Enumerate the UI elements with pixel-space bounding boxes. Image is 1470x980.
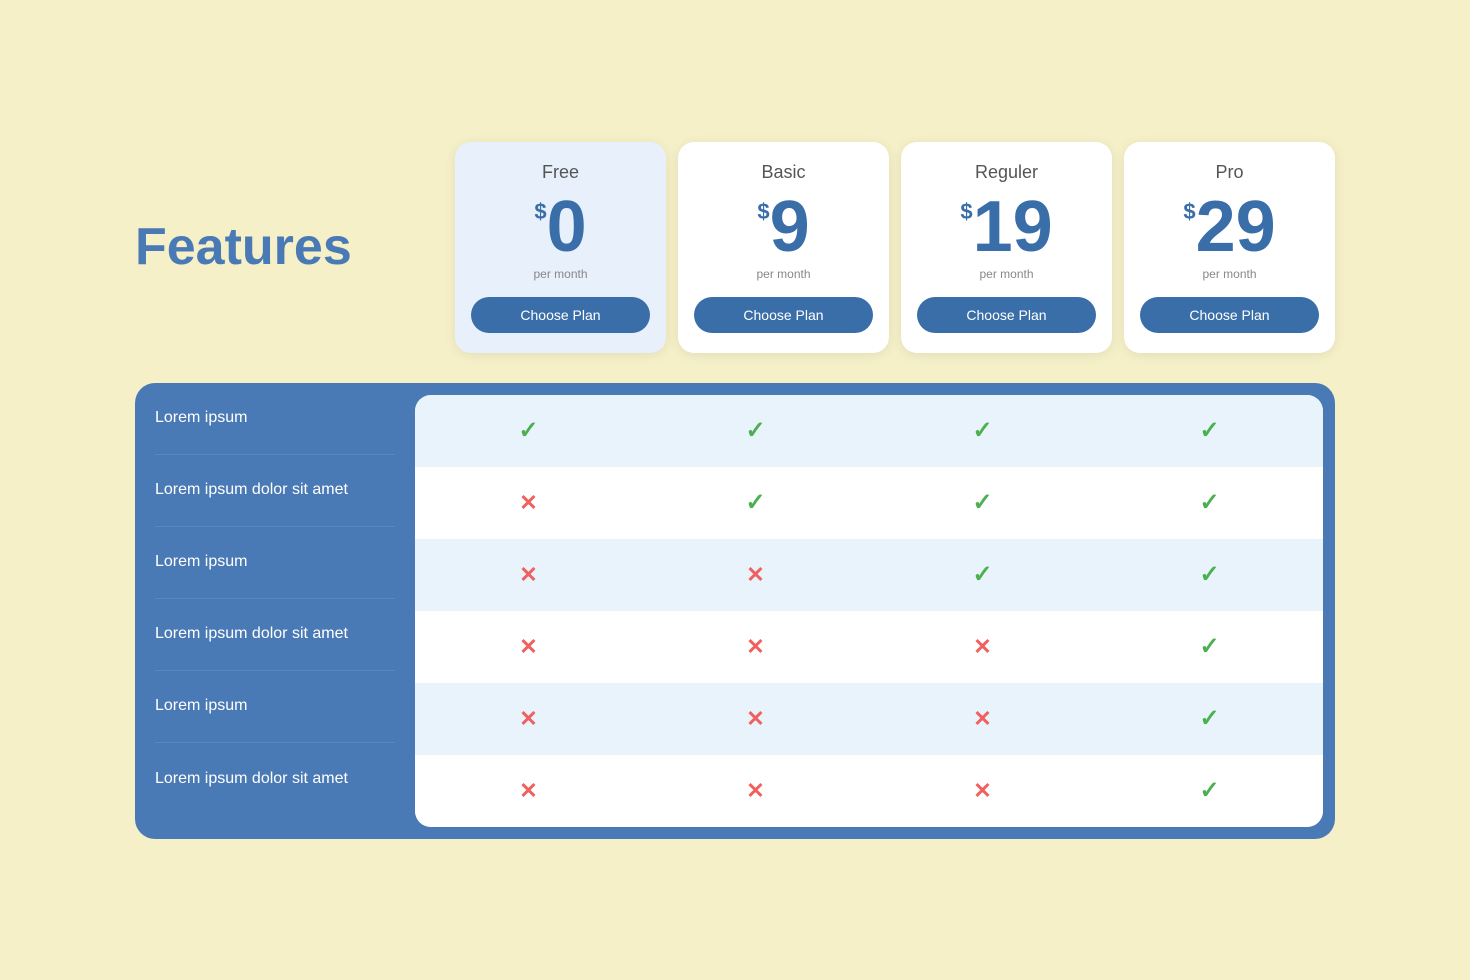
feature-values-row-4: ✕ ✕ ✕ ✓ <box>415 683 1323 755</box>
feature-values-row-5: ✕ ✕ ✕ ✓ <box>415 755 1323 827</box>
feature-cell-row3-col2: ✕ <box>869 634 1096 660</box>
feature-cell-row3-col1: ✕ <box>642 634 869 660</box>
check-icon: ✓ <box>1199 632 1219 661</box>
feature-label-row-4: Lorem ipsum <box>155 671 395 743</box>
plan-currency-reguler: $ <box>960 199 972 225</box>
plan-name-free: Free <box>542 162 579 183</box>
plan-amount-reguler: 19 <box>973 191 1053 263</box>
feature-cell-row1-col3: ✓ <box>1096 488 1323 517</box>
features-title: Features <box>135 217 415 277</box>
feature-cell-row2-col3: ✓ <box>1096 560 1323 589</box>
feature-cell-row0-col2: ✓ <box>869 416 1096 445</box>
feature-cell-row3-col3: ✓ <box>1096 632 1323 661</box>
plan-period-free: per month <box>533 267 587 281</box>
plan-price-reguler: $ 19 <box>960 191 1052 263</box>
plan-period-reguler: per month <box>979 267 1033 281</box>
cross-icon: ✕ <box>519 562 537 588</box>
plan-card-basic: Basic $ 9 per month Choose Plan <box>678 142 889 353</box>
features-table: Lorem ipsumLorem ipsum dolor sit ametLor… <box>135 383 1335 839</box>
choose-plan-button-reguler[interactable]: Choose Plan <box>917 297 1096 333</box>
plan-amount-pro: 29 <box>1196 191 1276 263</box>
plan-currency-free: $ <box>534 199 546 225</box>
feature-labels-column: Lorem ipsumLorem ipsum dolor sit ametLor… <box>135 383 415 839</box>
feature-cell-row5-col0: ✕ <box>415 778 642 804</box>
plan-period-basic: per month <box>756 267 810 281</box>
cross-icon: ✕ <box>746 778 764 804</box>
cross-icon: ✕ <box>973 706 991 732</box>
feature-cell-row1-col2: ✓ <box>869 488 1096 517</box>
feature-cell-row2-col0: ✕ <box>415 562 642 588</box>
feature-values-row-2: ✕ ✕ ✓ ✓ <box>415 539 1323 611</box>
check-icon: ✓ <box>1199 776 1219 805</box>
plan-currency-pro: $ <box>1183 199 1195 225</box>
plans-header: Free $ 0 per month Choose Plan Basic $ 9… <box>455 142 1335 353</box>
choose-plan-button-basic[interactable]: Choose Plan <box>694 297 873 333</box>
pricing-header: Features Free $ 0 per month Choose Plan … <box>135 142 1335 353</box>
feature-values-row-3: ✕ ✕ ✕ ✓ <box>415 611 1323 683</box>
cross-icon: ✕ <box>746 706 764 732</box>
feature-cell-row4-col0: ✕ <box>415 706 642 732</box>
check-icon: ✓ <box>745 488 765 517</box>
check-icon: ✓ <box>745 416 765 445</box>
features-comparison-table: Lorem ipsumLorem ipsum dolor sit ametLor… <box>135 383 1335 839</box>
plan-price-pro: $ 29 <box>1183 191 1275 263</box>
feature-values-row-0: ✓ ✓ ✓ ✓ <box>415 395 1323 467</box>
feature-label-row-5: Lorem ipsum dolor sit amet <box>155 743 395 815</box>
choose-plan-button-free[interactable]: Choose Plan <box>471 297 650 333</box>
feature-cell-row0-col1: ✓ <box>642 416 869 445</box>
cross-icon: ✕ <box>519 634 537 660</box>
check-icon: ✓ <box>518 416 538 445</box>
plan-name-reguler: Reguler <box>975 162 1038 183</box>
check-icon: ✓ <box>1199 416 1219 445</box>
cross-icon: ✕ <box>746 562 764 588</box>
feature-cell-row4-col3: ✓ <box>1096 704 1323 733</box>
feature-cell-row0-col0: ✓ <box>415 416 642 445</box>
check-icon: ✓ <box>1199 704 1219 733</box>
feature-cell-row4-col2: ✕ <box>869 706 1096 732</box>
plan-card-free: Free $ 0 per month Choose Plan <box>455 142 666 353</box>
plan-amount-free: 0 <box>547 191 587 263</box>
plan-name-basic: Basic <box>761 162 805 183</box>
feature-label-row-2: Lorem ipsum <box>155 527 395 599</box>
check-icon: ✓ <box>972 560 992 589</box>
feature-cell-row5-col2: ✕ <box>869 778 1096 804</box>
cross-icon: ✕ <box>746 634 764 660</box>
feature-cell-row5-col3: ✓ <box>1096 776 1323 805</box>
feature-cell-row1-col1: ✓ <box>642 488 869 517</box>
cross-icon: ✕ <box>519 490 537 516</box>
feature-cell-row2-col2: ✓ <box>869 560 1096 589</box>
plan-currency-basic: $ <box>757 199 769 225</box>
feature-cell-row5-col1: ✕ <box>642 778 869 804</box>
feature-cell-row4-col1: ✕ <box>642 706 869 732</box>
check-icon: ✓ <box>972 488 992 517</box>
feature-label-row-1: Lorem ipsum dolor sit amet <box>155 455 395 527</box>
feature-values-grid: ✓ ✓ ✓ ✓ ✕ ✓ ✓ ✓ ✕ ✕ ✓ ✓ ✕ ✕ ✕ ✓ ✕ ✕ ✕ ✓ ✕ ✕ ✕ ✓ <box>415 395 1323 827</box>
check-icon: ✓ <box>972 416 992 445</box>
feature-label-row-0: Lorem ipsum <box>155 383 395 455</box>
plan-price-basic: $ 9 <box>757 191 809 263</box>
feature-label-row-3: Lorem ipsum dolor sit amet <box>155 599 395 671</box>
plan-price-free: $ 0 <box>534 191 586 263</box>
plan-period-pro: per month <box>1202 267 1256 281</box>
feature-cell-row3-col0: ✕ <box>415 634 642 660</box>
plan-amount-basic: 9 <box>770 191 810 263</box>
check-icon: ✓ <box>1199 560 1219 589</box>
cross-icon: ✕ <box>519 778 537 804</box>
check-icon: ✓ <box>1199 488 1219 517</box>
feature-cell-row0-col3: ✓ <box>1096 416 1323 445</box>
cross-icon: ✕ <box>519 706 537 732</box>
plan-card-reguler: Reguler $ 19 per month Choose Plan <box>901 142 1112 353</box>
cross-icon: ✕ <box>973 778 991 804</box>
cross-icon: ✕ <box>973 634 991 660</box>
plan-card-pro: Pro $ 29 per month Choose Plan <box>1124 142 1335 353</box>
feature-cell-row2-col1: ✕ <box>642 562 869 588</box>
plan-name-pro: Pro <box>1215 162 1243 183</box>
feature-cell-row1-col0: ✕ <box>415 490 642 516</box>
choose-plan-button-pro[interactable]: Choose Plan <box>1140 297 1319 333</box>
feature-values-row-1: ✕ ✓ ✓ ✓ <box>415 467 1323 539</box>
